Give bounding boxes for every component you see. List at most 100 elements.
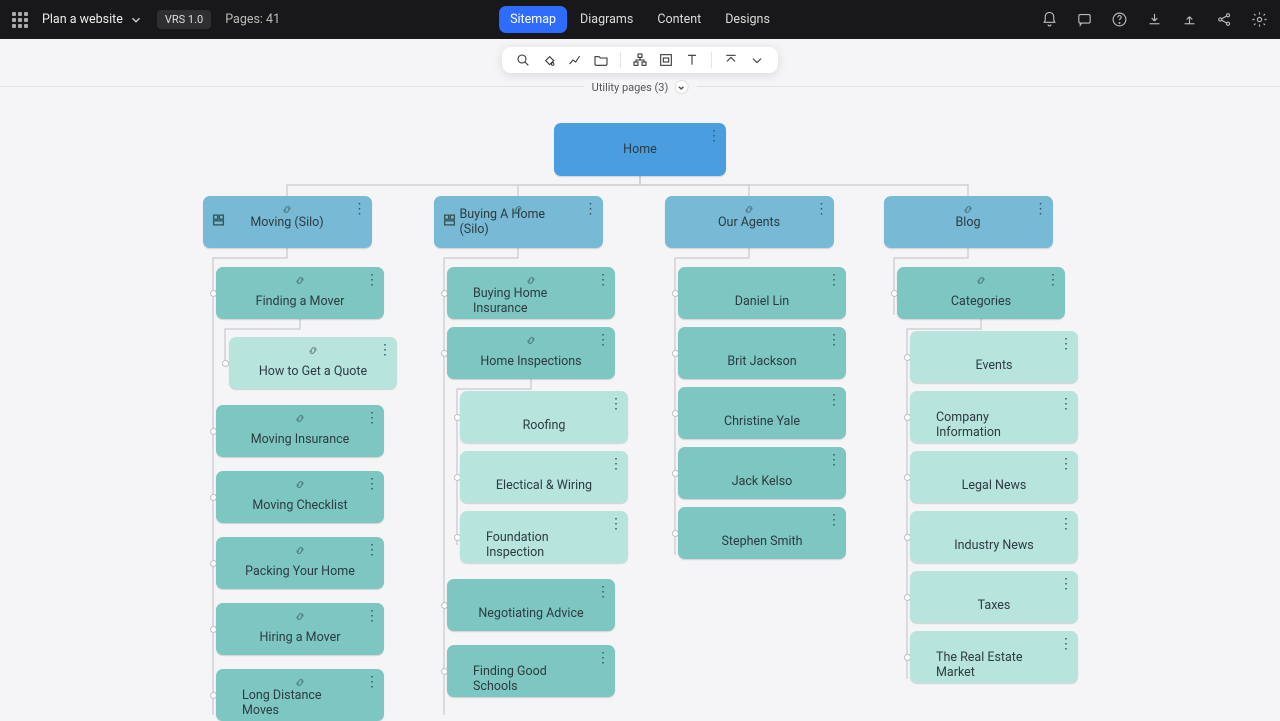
node-moving-insurance[interactable]: Moving Insurance <box>216 405 384 457</box>
node-roofing[interactable]: Roofing <box>460 391 628 443</box>
node-menu-icon[interactable] <box>596 333 608 347</box>
utility-pages-divider: Utility pages (3) <box>0 86 1280 87</box>
sitemap-canvas[interactable]: Home Moving (Silo) Finding a Mover How t… <box>0 95 1280 720</box>
node-long-distance-moves[interactable]: Long Distance Moves <box>216 669 384 721</box>
node-home[interactable]: Home <box>554 123 726 176</box>
node-events[interactable]: Events <box>910 331 1078 383</box>
node-menu-icon[interactable] <box>827 453 839 467</box>
link-icon <box>513 204 524 219</box>
collapse-all-icon[interactable] <box>718 47 744 73</box>
silo-icon <box>212 214 225 231</box>
node-menu-icon[interactable] <box>827 333 839 347</box>
node-menu-icon[interactable] <box>365 411 377 425</box>
node-blog[interactable]: Blog <box>884 196 1053 248</box>
node-menu-icon[interactable] <box>815 202 827 216</box>
share-icon[interactable] <box>1216 11 1233 28</box>
node-menu-icon[interactable] <box>365 675 377 689</box>
chart-icon[interactable] <box>562 47 588 73</box>
text-icon[interactable] <box>679 47 705 73</box>
node-stephen-smith[interactable]: Stephen Smith <box>678 507 846 559</box>
node-menu-icon[interactable] <box>596 651 608 665</box>
gear-icon[interactable] <box>1251 11 1268 28</box>
comment-icon[interactable] <box>1076 11 1093 28</box>
node-jack-kelso[interactable]: Jack Kelso <box>678 447 846 499</box>
node-menu-icon[interactable] <box>1059 637 1071 651</box>
wireframe-icon[interactable] <box>653 47 679 73</box>
node-menu-icon[interactable] <box>827 273 839 287</box>
node-menu-icon[interactable] <box>378 343 390 357</box>
node-hiring-a-mover[interactable]: Hiring a Mover <box>216 603 384 655</box>
node-foundation-inspection[interactable]: Foundation Inspection <box>460 511 628 563</box>
node-home-inspections[interactable]: Home Inspections <box>447 327 615 379</box>
node-menu-icon[interactable] <box>609 397 621 411</box>
utility-pages-toggle[interactable] <box>674 80 688 94</box>
tab-diagrams[interactable]: Diagrams <box>569 6 644 33</box>
project-switcher[interactable]: Plan a website <box>42 12 143 27</box>
node-label: Brit Jackson <box>727 354 796 369</box>
node-how-to-get-a-quote[interactable]: How to Get a Quote <box>229 337 397 389</box>
expand-all-icon[interactable] <box>744 47 770 73</box>
node-real-estate-market[interactable]: The Real Estate Market <box>910 631 1078 683</box>
node-menu-icon[interactable] <box>365 543 377 557</box>
node-menu-icon[interactable] <box>596 273 608 287</box>
node-menu-icon[interactable] <box>1046 273 1058 287</box>
fill-icon[interactable] <box>536 47 562 73</box>
node-menu-icon[interactable] <box>365 477 377 491</box>
node-menu-icon[interactable] <box>1059 397 1071 411</box>
node-moving-checklist[interactable]: Moving Checklist <box>216 471 384 523</box>
node-menu-icon[interactable] <box>1034 202 1046 216</box>
sitemap-icon[interactable] <box>627 47 653 73</box>
node-menu-icon[interactable] <box>609 457 621 471</box>
node-label: Home Inspections <box>480 354 581 369</box>
node-menu-icon[interactable] <box>365 609 377 623</box>
node-finding-a-mover[interactable]: Finding a Mover <box>216 267 384 319</box>
search-icon[interactable] <box>510 47 536 73</box>
node-our-agents[interactable]: Our Agents <box>665 196 834 248</box>
node-taxes[interactable]: Taxes <box>910 571 1078 623</box>
node-christine-yale[interactable]: Christine Yale <box>678 387 846 439</box>
node-moving-silo[interactable]: Moving (Silo) <box>203 196 372 248</box>
help-icon[interactable] <box>1111 11 1128 28</box>
node-menu-icon[interactable] <box>596 585 608 599</box>
tab-sitemap[interactable]: Sitemap <box>499 6 567 33</box>
node-label: Categories <box>951 294 1011 309</box>
node-buying-home-insurance[interactable]: Buying Home Insurance <box>447 267 615 319</box>
node-daniel-lin[interactable]: Daniel Lin <box>678 267 846 319</box>
canvas-toolbar <box>502 47 778 73</box>
project-name: Plan a website <box>42 12 123 27</box>
tab-content[interactable]: Content <box>646 6 712 33</box>
node-legal-news[interactable]: Legal News <box>910 451 1078 503</box>
node-label: Company Information <box>936 410 1052 440</box>
upload-icon[interactable] <box>1181 11 1198 28</box>
node-menu-icon[interactable] <box>584 202 596 216</box>
node-menu-icon[interactable] <box>365 273 377 287</box>
node-menu-icon[interactable] <box>707 129 719 143</box>
node-menu-icon[interactable] <box>1059 577 1071 591</box>
version-pill[interactable]: VRS 1.0 <box>157 10 211 29</box>
node-label: Legal News <box>962 478 1027 493</box>
node-menu-icon[interactable] <box>1059 457 1071 471</box>
node-categories[interactable]: Categories <box>897 267 1065 319</box>
node-finding-good-schools[interactable]: Finding Good Schools <box>447 645 615 697</box>
folder-icon[interactable] <box>588 47 614 73</box>
node-menu-icon[interactable] <box>1059 517 1071 531</box>
node-menu-icon[interactable] <box>609 517 621 531</box>
node-negotiating-advice[interactable]: Negotiating Advice <box>447 579 615 631</box>
tab-designs[interactable]: Designs <box>714 6 781 33</box>
node-menu-icon[interactable] <box>1059 337 1071 351</box>
node-packing-your-home[interactable]: Packing Your Home <box>216 537 384 589</box>
node-company-information[interactable]: Company Information <box>910 391 1078 443</box>
node-menu-icon[interactable] <box>827 393 839 407</box>
bell-icon[interactable] <box>1041 11 1058 28</box>
node-brit-jackson[interactable]: Brit Jackson <box>678 327 846 379</box>
node-menu-icon[interactable] <box>353 202 365 216</box>
node-menu-icon[interactable] <box>827 513 839 527</box>
apps-grid-icon[interactable] <box>12 12 28 28</box>
node-label: Negotiating Advice <box>478 606 583 621</box>
node-electrical-wiring[interactable]: Electical & Wiring <box>460 451 628 503</box>
node-buying-a-home-silo[interactable]: Buying A Home (Silo) <box>434 196 603 248</box>
link-icon <box>526 275 537 290</box>
node-industry-news[interactable]: Industry News <box>910 511 1078 563</box>
node-label: Finding Good Schools <box>473 664 589 694</box>
download-icon[interactable] <box>1146 11 1163 28</box>
